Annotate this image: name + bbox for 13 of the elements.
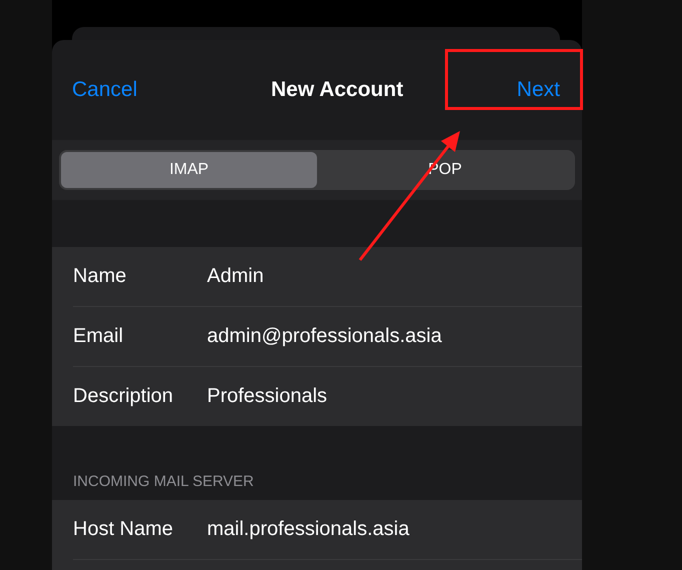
segment-tab[interactable]: IMAP: [61, 152, 317, 188]
field-label: Description: [73, 385, 174, 408]
field-label: Host Name: [73, 518, 174, 541]
cancel-button[interactable]: Cancel: [72, 78, 138, 102]
input-field[interactable]: admin@professionals.asia: [207, 325, 562, 348]
field-label: Name: [73, 265, 128, 288]
next-button[interactable]: Next: [516, 78, 560, 102]
field-label: Email: [73, 325, 124, 348]
input-field[interactable]: Admin: [207, 265, 562, 288]
input-field[interactable]: Professionals: [207, 385, 562, 408]
sheet-title: New Account: [270, 78, 404, 102]
section-header: INCOMING MAIL SERVER: [73, 473, 254, 490]
input-field[interactable]: mail.professionals.asia: [207, 518, 562, 541]
